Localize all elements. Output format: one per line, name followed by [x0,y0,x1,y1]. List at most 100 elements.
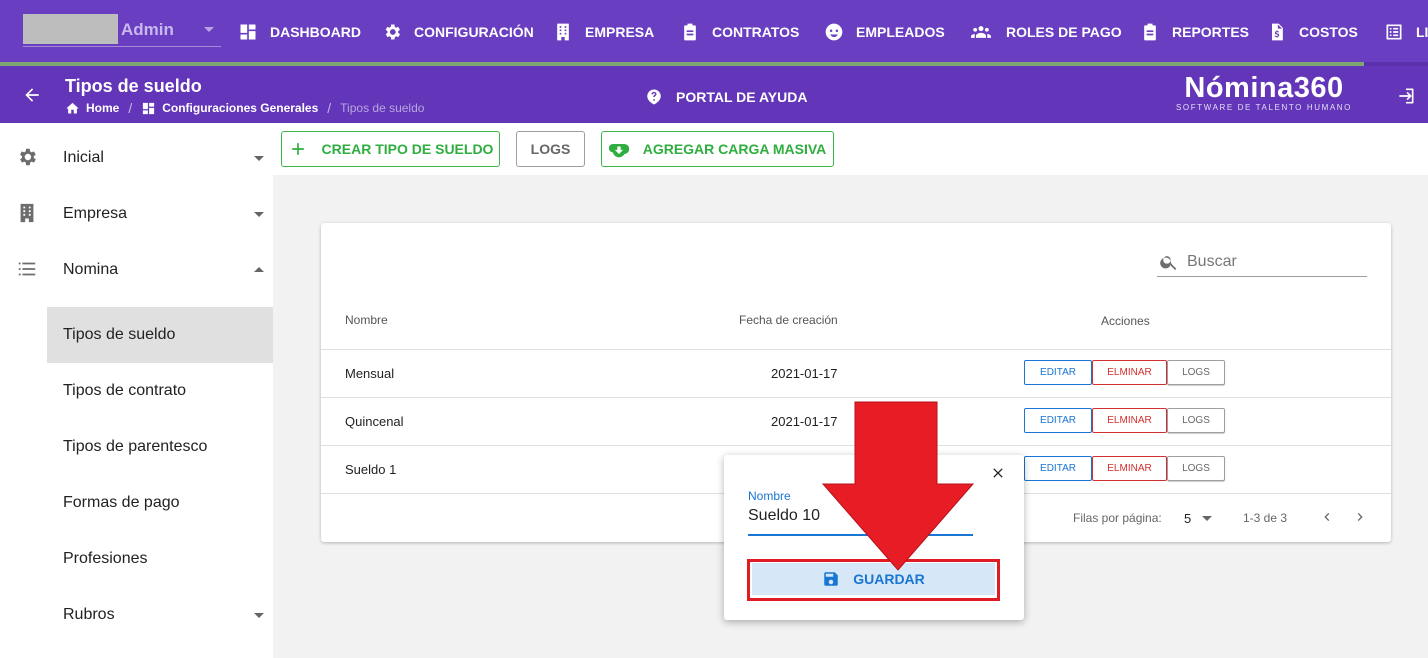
breadcrumb-configuraciones[interactable]: Configuraciones Generales [162,101,318,115]
user-select-underline [23,46,221,47]
breadcrumb-home[interactable]: Home [86,101,119,115]
user-avatar-redacted [23,14,118,44]
nav-label: CONTRATOS [712,24,800,40]
gear-icon [385,24,400,40]
sidebar-item-tipos-de-sueldo[interactable]: Tipos de sueldo [47,307,273,363]
table-cell-nombre: Quincenal [345,414,404,429]
sidebar-section-empresa[interactable]: Empresa [0,186,273,242]
sidebar-section-inicial[interactable]: Inicial [0,130,273,186]
logout-icon[interactable] [1396,86,1416,106]
chevron-up-icon [254,267,264,272]
nav-reportes[interactable]: REPORTES [1140,18,1249,46]
logs-button[interactable]: LOGS [516,131,585,167]
rows-per-page-select[interactable]: 5 [1184,511,1191,526]
help-portal-link[interactable]: PORTAL DE AYUDA [645,88,807,106]
chevron-left-icon[interactable] [1319,509,1335,525]
table-divider [321,397,1391,398]
row-logs-button[interactable]: LOGS [1167,456,1225,481]
chevron-down-icon [254,613,264,618]
column-header-nombre[interactable]: Nombre [345,313,388,327]
sidebar-item-rubros[interactable]: Rubros [47,587,273,643]
nav-configuracion[interactable]: CONFIGURACIÓN [382,18,534,46]
nombre-field[interactable]: Sueldo 10 [748,507,820,525]
delete-button[interactable]: ELMINAR [1092,408,1167,433]
chevron-down-icon [254,156,264,161]
red-arrow-annotation [822,401,974,571]
nav-label: REPORTES [1172,24,1250,40]
clipboard-icon [1144,23,1156,41]
edit-button[interactable]: EDITAR [1024,408,1092,433]
brand-tagline: SOFTWARE DE TALENTO HUMANO [1176,103,1352,112]
sidebar-item-formas-de-pago[interactable]: Formas de pago [47,475,273,531]
nav-label: EMPLEADOS [856,24,945,40]
nav-contratos[interactable]: CONTRATOS [680,18,799,46]
column-header-acciones: Acciones [1101,314,1150,328]
building-icon [557,23,569,41]
delete-button[interactable]: ELMINAR [1092,360,1167,385]
nav-label: ROLES DE PAGO [1006,24,1122,40]
nav-label: CONFIGURACIÓN [414,24,534,40]
button-label: CREAR TIPO DE SUELDO [321,141,494,157]
edit-button[interactable]: EDITAR [1024,456,1092,481]
breadcrumb-separator: / [128,100,133,116]
search-placeholder: Buscar [1187,252,1237,270]
nav-dashboard[interactable]: DASHBOARD [238,18,361,46]
row-actions: EDITAR ELMINAR LOGS [1024,456,1225,481]
clipboard-icon [684,23,696,41]
edit-button[interactable]: EDITAR [1024,360,1092,385]
nombre-field-label: Nombre [748,489,791,503]
dashboard-icon [143,102,155,114]
sidebar-item-tipos-de-parentesco[interactable]: Tipos de parentesco [47,419,273,475]
row-actions: EDITAR ELMINAR LOGS [1024,360,1225,385]
page-title: Tipos de sueldo [65,76,202,96]
rows-per-page-label: Filas por página: [1073,511,1162,525]
sidebar-section-label: Inicial [63,149,104,166]
pagination-range: 1-3 de 3 [1243,511,1288,525]
nav-label: COSTOS [1299,24,1358,40]
page-header: Tipos de sueldo Home / Configuraciones G… [0,66,1428,123]
table-cell-nombre: Mensual [345,366,395,381]
back-arrow-icon[interactable] [22,85,42,105]
sidebar-section-nomina[interactable]: Nomina [0,242,273,298]
row-logs-button[interactable]: LOGS [1167,408,1225,433]
search-icon [1160,255,1177,270]
chevron-right-icon[interactable] [1352,509,1368,525]
search-input[interactable]: Buscar [1157,247,1367,277]
sidebar-section-label: Nomina [63,261,119,278]
nav-label: EMPRESA [585,24,655,40]
nav-label: DASHBOARD [270,24,361,40]
delete-button[interactable]: ELMINAR [1092,456,1167,481]
nav-empresa[interactable]: EMPRESA [553,18,654,46]
row-logs-button[interactable]: LOGS [1167,360,1225,385]
sidebar-item-tipos-de-contrato[interactable]: Tipos de contrato [47,363,273,419]
nav-label: LI [1416,24,1428,40]
chevron-down-icon[interactable] [1202,516,1212,521]
nav-roles-de-pago[interactable]: ROLES DE PAGO [968,18,1122,46]
breadcrumb-separator: / [327,100,332,116]
help-label: PORTAL DE AYUDA [676,89,808,105]
dashboard-icon [240,24,256,40]
nav-costos[interactable]: COSTOS [1267,18,1358,46]
nav-empleados[interactable]: EMPLEADOS [824,18,945,46]
chevron-down-icon[interactable] [204,27,214,32]
column-header-fecha[interactable]: Fecha de creación [739,313,838,327]
breadcrumb-current: Tipos de sueldo [340,101,425,115]
sidebar-section-label: Empresa [63,205,128,222]
create-tipo-sueldo-button[interactable]: CREAR TIPO DE SUELDO [281,131,500,167]
bulk-upload-button[interactable]: AGREGAR CARGA MASIVA [601,131,834,167]
home-icon [66,102,79,113]
face-icon [825,23,843,41]
invoice-icon [1272,23,1283,41]
help-icon [647,89,661,105]
list-icon [1386,24,1402,40]
user-role-label[interactable]: Admin [121,20,174,40]
close-icon[interactable] [990,465,1006,481]
row-actions: EDITAR ELMINAR LOGS [1024,408,1225,433]
building-icon [20,203,34,223]
sidebar-item-profesiones[interactable]: Profesiones [47,531,273,587]
button-label: AGREGAR CARGA MASIVA [642,141,827,157]
sidebar-item-label: Rubros [63,606,115,623]
breadcrumb: Home / Configuraciones Generales / Tipos… [65,100,424,116]
nav-li[interactable]: LI [1384,18,1428,46]
sidebar: Inicial Empresa Nomina Tipos de sueldo T… [0,123,273,658]
